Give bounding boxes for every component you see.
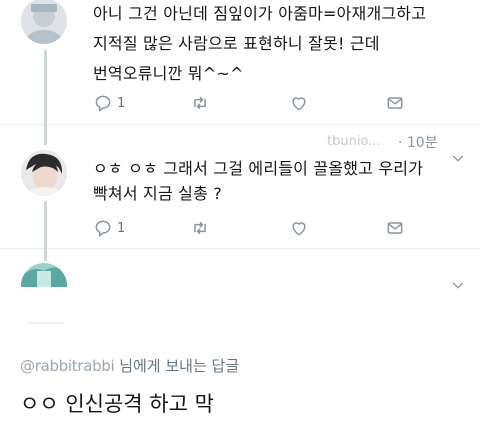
tweet-actions: 1: [93, 91, 423, 115]
caret-down-icon[interactable]: [450, 150, 466, 166]
reply-icon: [95, 95, 111, 112]
like-button[interactable]: [289, 216, 309, 240]
dm-button[interactable]: [385, 216, 405, 240]
tweet-3[interactable]: [0, 247, 480, 339]
tweet-handle[interactable]: tbunio...: [327, 134, 381, 149]
avatar-image: [21, 150, 67, 196]
caret-down-icon[interactable]: [450, 277, 466, 293]
retweet-button[interactable]: [190, 91, 210, 115]
tweet-time[interactable]: · 10분: [398, 132, 438, 152]
tweet-text: ㅇㅎ ㅇㅎ 그래서 그걸 에리들이 끌올했고 우리가 빡쳐서 지금 실총 ?: [93, 157, 423, 205]
like-icon: [292, 222, 306, 236]
like-button[interactable]: [289, 91, 309, 115]
tweet-1[interactable]: 아니 그건 아닌데 짐잎이가 아줌마=아재개그하고 지적질 많은 사람으로 표현…: [0, 0, 480, 142]
thread-fade: [0, 287, 480, 327]
tweet-2[interactable]: tbunio... · 10분 ㅇㅎ ㅇㅎ 그래서 그걸 에리들이 끌올했고 우…: [0, 123, 480, 261]
reply-context-label: 님에게 보내는 답글: [119, 357, 240, 375]
dm-icon: [387, 97, 403, 109]
avatar[interactable]: [21, 0, 67, 44]
tweet-text-line: 지적질 많은 사람으로 표현하니 잘못! 근데: [93, 34, 380, 53]
tweet-text-line: 빡쳐서 지금 실총 ?: [93, 184, 222, 203]
thread-line-fragment: [28, 322, 64, 324]
retweet-icon: [194, 221, 206, 235]
tweet-text-line: ㅇㅎ ㅇㅎ 그래서 그걸 에리들이 끌올했고 우리가: [93, 159, 424, 178]
avatar-image: [21, 0, 67, 44]
reply-button[interactable]: 1: [93, 91, 125, 115]
dm-button[interactable]: [385, 91, 405, 115]
reply-handle[interactable]: @rabbitrabbi: [20, 357, 115, 375]
compose-text[interactable]: ㅇㅇ 인신공격 하고 막: [20, 388, 214, 418]
retweet-icon: [194, 96, 206, 110]
tweet-text-line: 아니 그건 아닌데 짐잎이가 아줌마=아재개그하고: [93, 4, 427, 23]
tweet-actions: 1: [93, 216, 423, 240]
reply-icon: [95, 220, 111, 237]
reply-button[interactable]: 1: [93, 216, 125, 240]
thread-line: [44, 247, 47, 261]
tweet-text-line: 번역오류니깐 뭐^~^: [93, 64, 244, 83]
reply-count: 1: [117, 220, 126, 236]
dm-icon: [387, 222, 403, 234]
thread-line: [44, 123, 47, 145]
tweet-text: 아니 그건 아닌데 짐잎이가 아줌마=아재개그하고 지적질 많은 사람으로 표현…: [93, 2, 426, 85]
reply-count: 1: [117, 95, 126, 111]
retweet-button[interactable]: [190, 216, 210, 240]
reply-context: @rabbitrabbi 님에게 보내는 답글: [20, 355, 239, 376]
avatar[interactable]: [21, 263, 67, 287]
avatar-image: [21, 263, 67, 287]
like-icon: [292, 97, 306, 111]
avatar[interactable]: [21, 150, 67, 196]
